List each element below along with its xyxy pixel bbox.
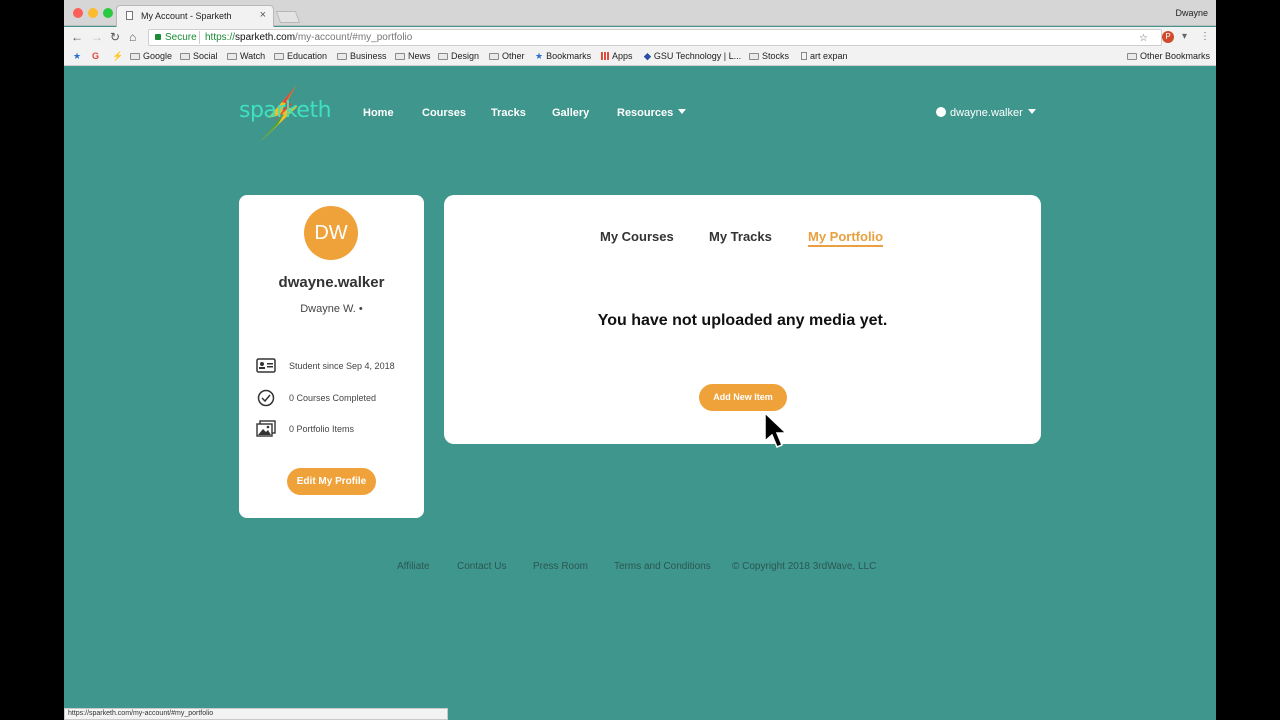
bookmark-icon-star[interactable]: ★ [73,51,84,62]
extension-icon[interactable]: ▾ [1182,31,1187,42]
title-bar: My Account - Sparketh × Dwayne [64,0,1216,27]
folder-icon [438,53,448,60]
empty-state-message: You have not uploaded any media yet. [597,312,888,329]
url-scheme: https:// [205,32,236,43]
check-circle-icon [257,389,275,407]
id-card-icon [256,358,276,373]
avatar: DW [304,206,358,260]
bookmark-bookmarks[interactable]: ★ Bookmarks [535,51,591,62]
profile-card: DW dwayne.walker Dwayne W. • Student sin… [239,195,424,518]
folder-icon [180,53,190,60]
folder-icon [227,53,237,60]
bookmark-business[interactable]: Business [337,51,387,61]
mouse-cursor-icon [764,412,788,448]
url-text[interactable]: https://sparketh.com/my-account/#my_port… [205,30,412,45]
tab-my-courses[interactable]: My Courses [600,229,674,244]
bookmark-design[interactable]: Design [438,51,479,61]
stat-student-since-text: Student since Sep 4, 2018 [289,361,395,371]
user-menu-label: dwayne.walker [950,107,1023,119]
footer-terms[interactable]: Terms and Conditions [614,561,711,572]
gsu-icon: ◆ [644,51,651,61]
bookmark-education[interactable]: Education [274,51,327,61]
page-icon [126,11,133,20]
bookmarks-bar: ★ G ⚡ Google Social Watch Education Busi… [64,48,1216,66]
url-path: /my-account/#my_portfolio [295,32,413,43]
url-host: sparketh.com [235,32,296,43]
bookmark-stocks[interactable]: Stocks [749,51,789,61]
bookmark-gsu-technology[interactable]: ◆ GSU Technology | L... [644,51,741,62]
address-bar[interactable]: Secure https://sparketh.com/my-account/#… [148,29,1162,46]
footer-copyright: © Copyright 2018 3rdWave, LLC [732,561,877,572]
secure-label: Secure [165,32,197,43]
bookmark-google[interactable]: Google [130,51,172,61]
bookmark-other-bookmarks[interactable]: Other Bookmarks [1127,51,1210,61]
apps-grid-icon [601,52,609,60]
nav-home[interactable]: Home [363,107,394,119]
nav-resources[interactable]: Resources [617,107,687,119]
toolbar: ← → ↻ ⌂ Secure https://sparketh.com/my-a… [64,27,1216,48]
nav-resources-label: Resources [617,107,674,119]
portfolio-card: My Courses My Tracks My Portfolio You ha… [444,195,1041,444]
new-tab-button[interactable] [275,11,301,23]
back-icon[interactable]: ← [71,30,83,44]
nav-tracks[interactable]: Tracks [491,107,526,119]
footer-affiliate[interactable]: Affiliate [397,561,430,572]
lock-icon [155,34,161,40]
user-icon [936,107,946,117]
extension-p-icon[interactable]: P [1162,31,1174,43]
chevron-down-icon [1027,109,1036,114]
folder-icon [1127,53,1137,60]
maximize-window-icon[interactable] [103,8,113,18]
folder-icon [337,53,347,60]
bookmark-news[interactable]: News [395,51,431,61]
bookmark-other[interactable]: Other [489,51,525,61]
bookmark-watch[interactable]: Watch [227,51,265,61]
forward-icon[interactable]: → [91,30,103,44]
document-icon [801,52,807,60]
url-divider [199,31,200,44]
profile-full-name: Dwayne W. • [300,303,363,315]
profile-username: dwayne.walker [278,274,385,291]
nav-gallery[interactable]: Gallery [552,107,589,119]
folder-icon [395,53,405,60]
star-icon: ★ [535,51,544,61]
tab-my-tracks[interactable]: My Tracks [709,229,772,244]
folder-icon [489,53,499,60]
bookmark-social[interactable]: Social [180,51,218,61]
tab-my-portfolio[interactable]: My Portfolio [808,229,884,247]
bookmark-art-expan[interactable]: art expan [801,51,848,61]
chevron-down-icon [678,109,687,114]
folder-icon [749,53,759,60]
bookmark-star-icon[interactable]: ☆ [1139,31,1148,46]
bookmark-icon-bolt[interactable]: ⚡ [112,51,126,62]
edit-profile-button[interactable]: Edit My Profile [287,468,376,495]
tab-title: My Account - Sparketh [141,11,232,21]
tab-close-icon[interactable]: × [260,9,266,21]
browser-window: My Account - Sparketh × Dwayne ← → ↻ ⌂ S… [64,0,1216,720]
folder-icon [274,53,284,60]
add-new-item-button[interactable]: Add New Item [699,384,787,411]
browser-profile-name[interactable]: Dwayne [1175,8,1208,18]
folder-icon [130,53,140,60]
status-bar-url: https://sparketh.com/my-account/#my_port… [64,708,448,720]
stat-courses-completed-text: 0 Courses Completed [289,393,377,403]
close-window-icon[interactable] [73,8,83,18]
images-icon [256,420,276,437]
reload-icon[interactable]: ↻ [110,30,120,44]
footer-press-room[interactable]: Press Room [533,561,588,572]
logo-text[interactable]: sparketh [239,98,332,123]
minimize-window-icon[interactable] [88,8,98,18]
footer-contact-us[interactable]: Contact Us [457,561,506,572]
user-menu[interactable]: dwayne.walker [936,107,1036,119]
home-icon[interactable]: ⌂ [129,30,136,44]
bookmark-icon-google[interactable]: G [92,51,102,61]
menu-icon[interactable]: ⋮ [1200,31,1210,42]
nav-courses[interactable]: Courses [422,107,466,119]
browser-tab[interactable]: My Account - Sparketh × [116,5,274,27]
stat-portfolio-items-text: 0 Portfolio Items [289,424,355,434]
bookmark-apps[interactable]: Apps [601,51,633,61]
